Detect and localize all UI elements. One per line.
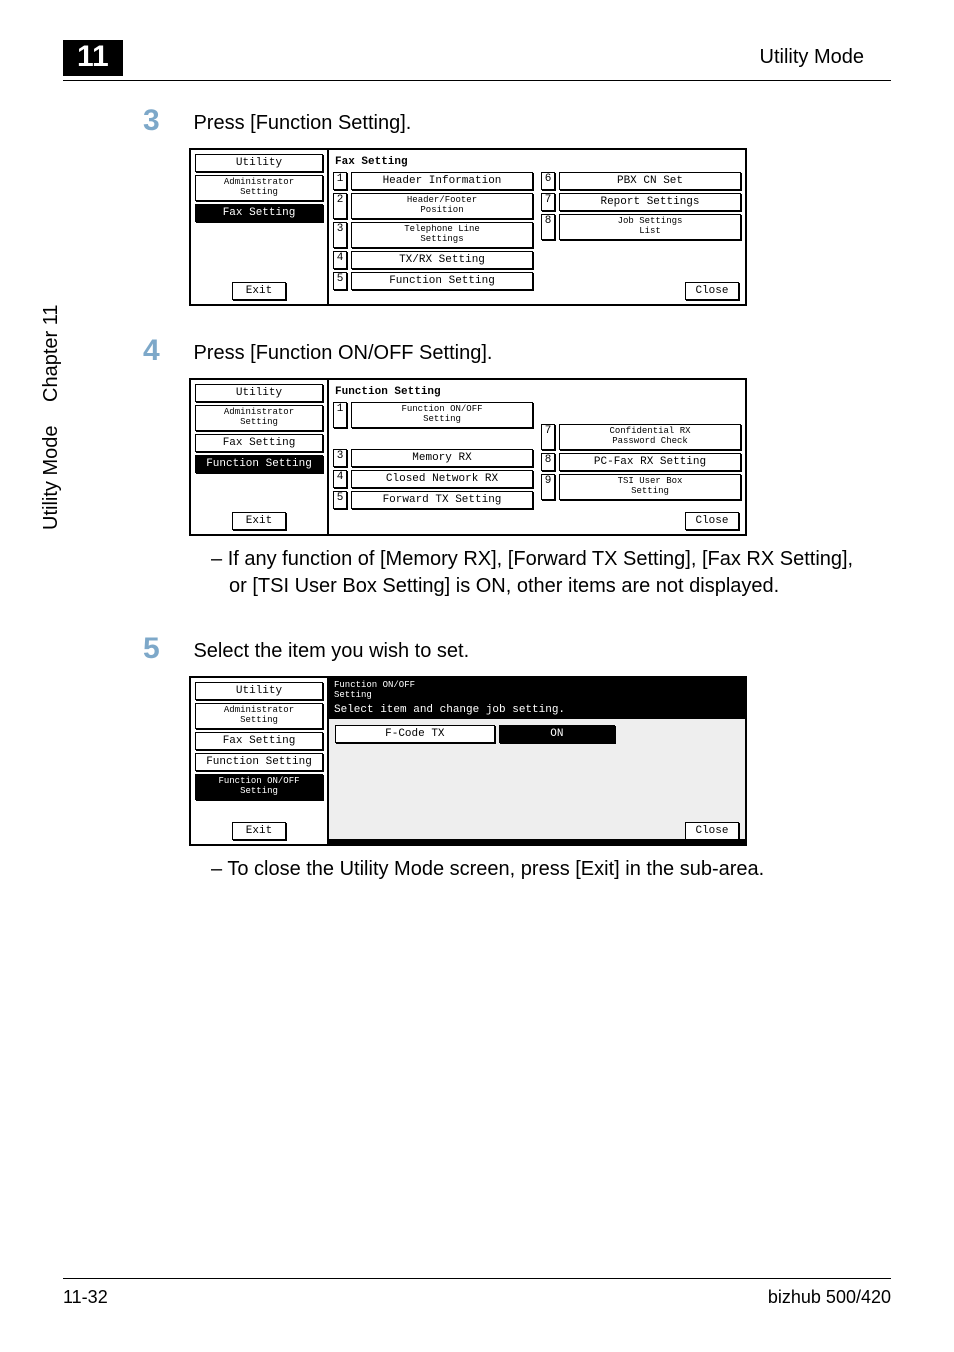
page-footer: 11-32 bizhub 500/420 [63, 1278, 891, 1308]
num: 7 [541, 193, 555, 211]
screenshot-fax-setting: Utility AdministratorSetting Fax Setting… [189, 148, 747, 306]
step-3: 3 Press [Function Setting]. Utility Admi… [143, 104, 873, 306]
step-5: 5 Select the item you wish to set. Utili… [143, 632, 873, 887]
num: 1 [333, 402, 347, 428]
header-section: Utility Mode [760, 46, 864, 69]
close-button[interactable]: Close [685, 822, 739, 840]
num: 5 [333, 491, 347, 509]
fax-setting-cell[interactable]: Fax Setting [195, 732, 323, 750]
header-footer-position-button[interactable]: Header/FooterPosition [351, 193, 533, 219]
num: 1 [333, 172, 347, 190]
admin-setting-cell[interactable]: AdministratorSetting [195, 175, 323, 201]
num: 6 [541, 172, 555, 190]
function-setting-cell[interactable]: Function Setting [195, 455, 323, 473]
job-settings-list-button[interactable]: Job SettingsList [559, 214, 741, 240]
num: 7 [541, 424, 555, 450]
num: 8 [541, 453, 555, 471]
tsi-userbox-setting-button[interactable]: TSI User BoxSetting [559, 474, 741, 500]
note-text: To close the Utility Mode screen, press … [229, 856, 873, 883]
num: 5 [333, 272, 347, 290]
close-button[interactable]: Close [685, 282, 739, 300]
num: 3 [333, 222, 347, 248]
forward-tx-setting-button[interactable]: Forward TX Setting [351, 491, 533, 509]
fax-setting-cell[interactable]: Fax Setting [195, 434, 323, 452]
num: 2 [333, 193, 347, 219]
header-rule [63, 80, 891, 81]
close-button[interactable]: Close [685, 512, 739, 530]
footer-device: bizhub 500/420 [768, 1287, 891, 1308]
step-4: 4 Press [Function ON/OFF Setting]. Utili… [143, 334, 873, 604]
report-settings-button[interactable]: Report Settings [559, 193, 741, 211]
sidebar-vertical: Utility Mode Chapter 11 [40, 304, 63, 530]
step-text: Press [Function Setting]. [193, 104, 411, 135]
panel-title-line2: Select item and change job setting. [329, 704, 745, 719]
step-number: 5 [143, 632, 189, 666]
closed-network-rx-button[interactable]: Closed Network RX [351, 470, 533, 488]
screenshot-function-setting: Utility AdministratorSetting Fax Setting… [189, 378, 747, 536]
utility-cell[interactable]: Utility [195, 384, 323, 402]
step-text: Select the item you wish to set. [193, 632, 469, 663]
screenshot-function-onoff: Utility AdministratorSetting Fax Setting… [189, 676, 747, 846]
exit-button[interactable]: Exit [232, 282, 286, 300]
step-text: Press [Function ON/OFF Setting]. [193, 334, 492, 365]
fcode-tx-button[interactable]: F-Code TX [335, 725, 495, 743]
step-number: 4 [143, 334, 189, 368]
num: 4 [333, 251, 347, 269]
page-tab: 11 [63, 40, 123, 76]
telephone-line-settings-button[interactable]: Telephone LineSettings [351, 222, 533, 248]
panel-title: Function Setting [333, 384, 741, 402]
pcfax-rx-setting-button[interactable]: PC-Fax RX Setting [559, 453, 741, 471]
num: 4 [333, 470, 347, 488]
sidebar-title: Utility Mode [40, 426, 62, 530]
num: 8 [541, 214, 555, 240]
sidebar-chapter: Chapter 11 [40, 304, 62, 401]
utility-cell[interactable]: Utility [195, 682, 323, 700]
function-setting-button[interactable]: Function Setting [351, 272, 533, 290]
num: 9 [541, 474, 555, 500]
num: 3 [333, 449, 347, 467]
fax-setting-cell[interactable]: Fax Setting [195, 204, 323, 222]
confidential-rx-passcheck-button[interactable]: Confidential RXPassword Check [559, 424, 741, 450]
utility-cell[interactable]: Utility [195, 154, 323, 172]
exit-button[interactable]: Exit [232, 822, 286, 840]
function-setting-cell[interactable]: Function Setting [195, 753, 323, 771]
admin-setting-cell[interactable]: AdministratorSetting [195, 703, 323, 729]
pbx-cn-set-button[interactable]: PBX CN Set [559, 172, 741, 190]
panel-title-line1: Function ON/OFFSetting [329, 678, 745, 704]
function-onoff-cell[interactable]: Function ON/OFFSetting [195, 774, 323, 800]
header-information-button[interactable]: Header Information [351, 172, 533, 190]
memory-rx-button[interactable]: Memory RX [351, 449, 533, 467]
panel-title: Fax Setting [333, 154, 741, 172]
tx-rx-setting-button[interactable]: TX/RX Setting [351, 251, 533, 269]
note-text: If any function of [Memory RX], [Forward… [229, 546, 873, 600]
exit-button[interactable]: Exit [232, 512, 286, 530]
footer-page-number: 11-32 [63, 1287, 108, 1308]
on-state-button[interactable]: ON [499, 725, 615, 743]
step-number: 3 [143, 104, 189, 138]
function-onoff-setting-button[interactable]: Function ON/OFFSetting [351, 402, 533, 428]
admin-setting-cell[interactable]: AdministratorSetting [195, 405, 323, 431]
